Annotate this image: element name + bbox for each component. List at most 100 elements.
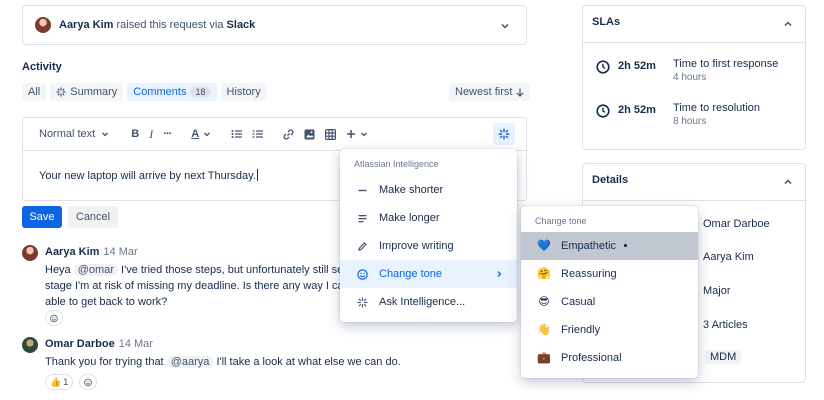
thumbs-up-reaction[interactable]: 👍 1 [45, 374, 74, 390]
bullet-list-icon [231, 130, 243, 138]
more-label: ··· [163, 128, 172, 140]
sort-label: Newest first [455, 86, 513, 98]
filter-all[interactable]: All [22, 83, 47, 101]
menu-item-label: Improve writing [379, 240, 454, 252]
tone-item-reassuring[interactable]: 🤗 Reassuring [521, 260, 698, 288]
comment-body: Heya @omar I've tried those steps, but u… [45, 262, 359, 310]
comment-author: Omar Darboe [45, 338, 115, 350]
thumbs-up-icon: 👍 [50, 376, 62, 387]
tone-submenu: Change tone 💙 Empathetic 🤗 Reassuring 😎 … [521, 206, 698, 378]
table-button[interactable] [325, 128, 337, 140]
editor-content[interactable]: Your new laptop will arrive by next Thur… [39, 169, 258, 182]
save-button[interactable]: Save [22, 206, 62, 228]
aarya-avatar [22, 245, 38, 261]
menu-item-label: Make longer [379, 212, 440, 224]
bold-label: B [131, 128, 140, 140]
detail-reporter[interactable]: Aarya Kim [703, 251, 754, 263]
sla-label: Time to resolution [673, 102, 761, 114]
comment-text: Thank you for trying that [45, 356, 164, 368]
request-source-banner[interactable]: Aarya Kim raised this request via Slack [22, 5, 527, 45]
sla-title: SLAs [592, 16, 621, 28]
editor-text: Your new laptop will arrive by next Thur… [39, 170, 256, 182]
detail-label-tag[interactable]: MDM [705, 350, 742, 364]
insert-button[interactable] [346, 129, 368, 139]
mouse-pointer-icon [624, 244, 627, 247]
sla-goal: 8 hours [673, 116, 707, 127]
link-button[interactable] [283, 129, 294, 140]
mention-chip[interactable]: @omar [73, 264, 118, 276]
comment-date: 14 Mar [118, 338, 153, 350]
activity-title: Activity [22, 61, 62, 73]
ai-sparkle-icon [355, 295, 369, 309]
image-button[interactable] [304, 129, 315, 140]
text-lines-icon [355, 211, 369, 225]
text-color-button[interactable]: A [191, 128, 211, 140]
menu-item-label: Ask Intelligence... [379, 296, 466, 308]
italic-label: I [149, 126, 154, 141]
menu-item-label: Make shorter [379, 184, 444, 196]
banner-user: Aarya Kim [59, 19, 114, 31]
tone-item-label: Casual [561, 296, 596, 308]
table-icon [325, 128, 337, 140]
filter-comments-label: Comments [133, 86, 187, 98]
chevron-down-icon[interactable] [500, 21, 510, 31]
add-reaction-button[interactable] [45, 310, 63, 326]
text-style-dropdown[interactable]: Normal text [39, 128, 109, 140]
sla-time: 2h 52m [618, 104, 656, 116]
tone-item-professional[interactable]: 💼 Professional [521, 344, 698, 372]
detail-knowledge[interactable]: 3 Articles [703, 319, 748, 331]
tone-item-label: Reassuring [561, 268, 617, 280]
comment-text: I'll take a look at what else we can do. [216, 356, 401, 368]
atlassian-intelligence-button[interactable] [493, 123, 515, 145]
numbered-list-button[interactable] [252, 129, 264, 139]
comment-text: stage I'm at risk of missing my deadline… [45, 280, 359, 292]
menu-item-make-shorter[interactable]: Make shorter [340, 176, 517, 204]
sla-goal: 4 hours [673, 72, 707, 83]
comment-date: 14 Mar [103, 246, 138, 258]
mention-chip[interactable]: @aarya [166, 356, 214, 368]
banner-middle: raised this request via [116, 19, 224, 31]
clock-icon [596, 60, 610, 74]
filter-summary-label: Summary [70, 86, 118, 98]
tone-menu-header: Change tone [535, 216, 587, 226]
menu-item-make-longer[interactable]: Make longer [340, 204, 517, 232]
chevron-right-icon [497, 271, 502, 277]
tone-item-label: Friendly [561, 324, 601, 336]
bullet-list-button[interactable] [231, 129, 243, 139]
tone-item-casual[interactable]: 😎 Casual [521, 288, 698, 316]
menu-item-improve-writing[interactable]: Improve writing [340, 232, 517, 260]
details-title: Details [592, 174, 629, 186]
filter-summary[interactable]: Summary [50, 83, 124, 101]
comment-body: Thank you for trying that @aarya I'll ta… [45, 354, 401, 370]
plus-icon [347, 130, 356, 138]
filter-history[interactable]: History [220, 83, 267, 101]
comments-count-badge: 18 [190, 87, 211, 97]
italic-button[interactable]: I [149, 127, 153, 142]
tone-item-label: Professional [561, 352, 622, 364]
text-color-label: A [191, 128, 200, 140]
filter-comments[interactable]: Comments 18 [127, 83, 217, 101]
bold-button[interactable]: B [131, 128, 139, 140]
detail-priority[interactable]: Major [703, 285, 731, 297]
more-formatting-button[interactable]: ··· [163, 128, 172, 140]
aarya-avatar [35, 17, 51, 33]
text-cursor [256, 169, 258, 181]
sla-time: 2h 52m [618, 60, 656, 72]
tone-item-empathetic[interactable]: 💙 Empathetic [521, 232, 698, 260]
clock-icon [596, 104, 610, 118]
ai-menu-header: Atlassian Intelligence [354, 159, 439, 169]
blue-heart-icon: 💙 [537, 240, 551, 252]
add-reaction-button[interactable] [79, 374, 97, 390]
chevron-up-icon[interactable] [783, 19, 793, 29]
divider [583, 42, 805, 43]
chevron-up-icon[interactable] [783, 177, 793, 187]
image-icon [304, 129, 315, 139]
menu-item-change-tone[interactable]: Change tone [340, 260, 517, 288]
tone-item-friendly[interactable]: 👋 Friendly [521, 316, 698, 344]
menu-item-ask-intelligence[interactable]: Ask Intelligence... [340, 288, 517, 316]
banner-text: Aarya Kim raised this request via Slack [59, 19, 255, 31]
cancel-button[interactable]: Cancel [68, 206, 118, 228]
detail-assignee[interactable]: Omar Darboe [703, 218, 770, 230]
sla-label: Time to first response [673, 58, 779, 70]
sort-dropdown[interactable]: Newest first [449, 83, 531, 101]
